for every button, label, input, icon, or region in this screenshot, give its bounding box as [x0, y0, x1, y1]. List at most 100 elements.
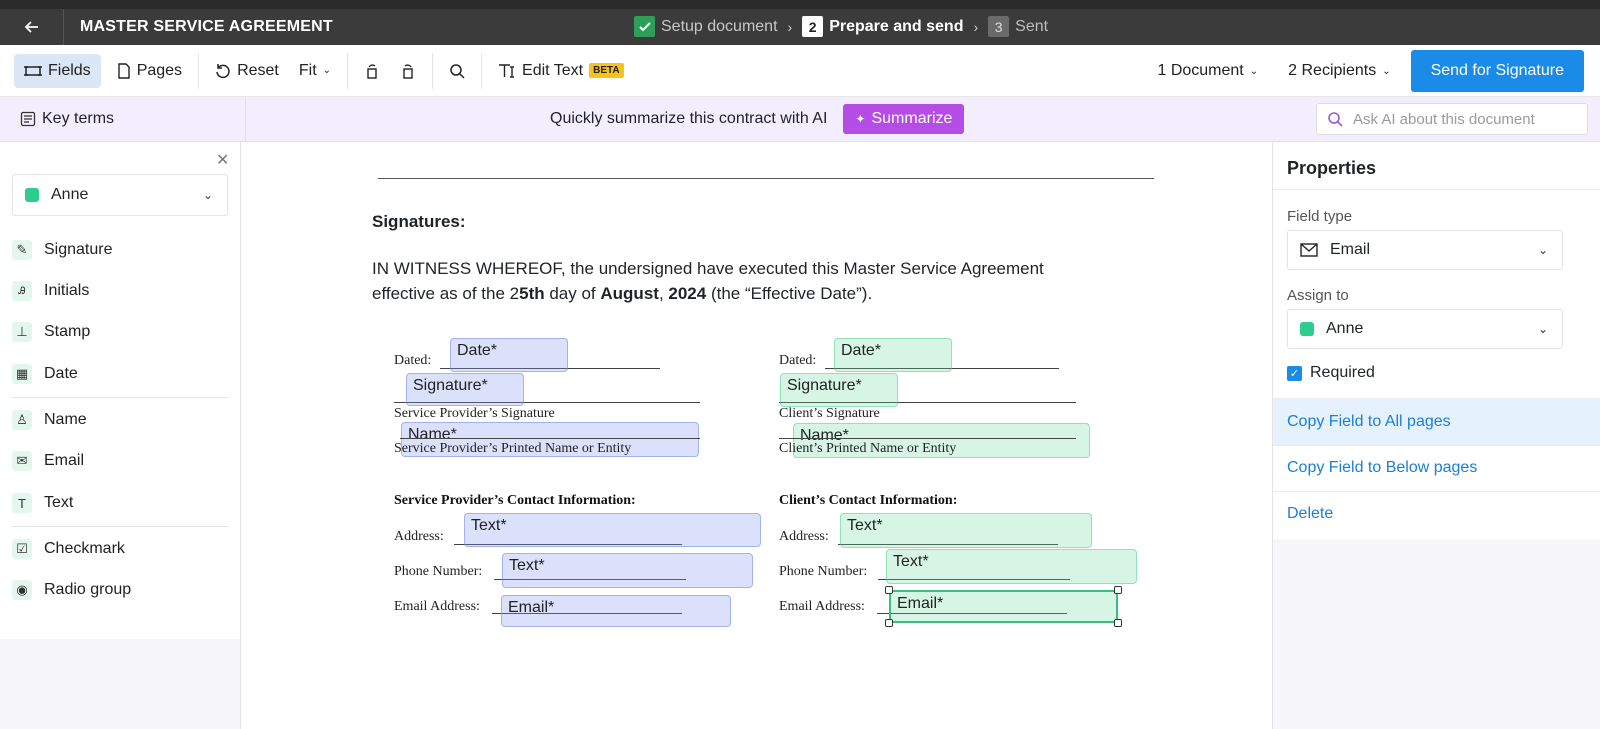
step-label: Prepare and send	[829, 17, 964, 35]
person-icon: ♙	[12, 410, 32, 430]
divider	[12, 526, 228, 527]
summarize-label: Summarize	[871, 110, 953, 127]
provider-address-field[interactable]: Text*	[464, 513, 761, 547]
calendar-icon: ▦	[12, 364, 32, 384]
field-name[interactable]: ♙ Name	[12, 410, 87, 430]
recipients-label: 2 Recipients	[1288, 62, 1377, 79]
ai-summary-prompt: Quickly summarize this contract with AI …	[550, 104, 965, 134]
fit-dropdown[interactable]: Fit ⌄	[289, 54, 341, 88]
delete-link[interactable]: Delete	[1273, 491, 1600, 537]
rotate-left-icon	[367, 63, 377, 79]
provider-dated-label: Dated:	[394, 353, 432, 368]
edit-text-button[interactable]: Edit Text BETA	[488, 54, 634, 88]
sparkle-icon: ✦	[855, 112, 866, 126]
witness-text: IN WITNESS WHEREOF, the undersigned have…	[372, 259, 1044, 278]
reset-label: Reset	[237, 61, 279, 79]
field-label: Name	[44, 411, 87, 428]
checkbox-icon: ☑	[12, 539, 32, 559]
client-signature-field[interactable]: Signature*	[780, 373, 898, 407]
close-icon[interactable]: ✕	[216, 150, 229, 170]
step-prepare-and-send[interactable]: 2 Prepare and send	[802, 16, 963, 37]
horizontal-rule	[378, 178, 1154, 179]
witness-month: August	[600, 284, 659, 303]
check-icon	[634, 16, 655, 37]
list-icon	[20, 111, 36, 127]
field-date[interactable]: ▦ Date	[12, 364, 78, 384]
witness-text: ,	[658, 284, 669, 303]
client-email-field-selected[interactable]: Email*	[889, 590, 1118, 623]
client-email-label: Email Address:	[779, 599, 865, 614]
fields-button[interactable]: Fields	[14, 53, 101, 88]
field-checkmark[interactable]: ☑ Checkmark	[12, 539, 125, 559]
reset-button[interactable]: Reset	[205, 54, 289, 88]
provider-date-field[interactable]: Date*	[450, 338, 568, 372]
toolbar-divider	[432, 52, 434, 89]
field-label: Stamp	[44, 323, 91, 340]
reset-icon	[216, 63, 230, 78]
field-label: Initials	[44, 282, 90, 299]
key-terms-label: Key terms	[42, 110, 115, 127]
field-stamp[interactable]: ⊥ Stamp	[12, 322, 90, 342]
summarize-button[interactable]: ✦ Summarize	[843, 104, 965, 134]
client-address-field[interactable]: Text*	[840, 513, 1092, 548]
resize-handle[interactable]	[1114, 586, 1122, 594]
field-signature[interactable]: ✎ Signature	[12, 240, 113, 260]
pages-button[interactable]: Pages	[107, 54, 192, 88]
toolbar-right: 1 Document ⌄ 2 Recipients ⌄ Send for Sig…	[1147, 50, 1584, 92]
key-terms-button[interactable]: Key terms	[0, 97, 246, 141]
documents-dropdown[interactable]: 1 Document ⌄	[1147, 54, 1268, 88]
pages-label: Pages	[136, 61, 183, 79]
document-title: MASTER SERVICE AGREEMENT	[80, 18, 333, 35]
resize-handle[interactable]	[885, 619, 893, 627]
resize-handle[interactable]	[1114, 619, 1122, 627]
page-icon	[117, 62, 130, 79]
provider-email-label: Email Address:	[394, 599, 480, 614]
recipients-dropdown[interactable]: 2 Recipients ⌄	[1278, 54, 1400, 88]
required-checkbox[interactable]: ✓ Required	[1287, 364, 1375, 382]
client-address-label: Address:	[779, 529, 829, 544]
step-sent[interactable]: 3 Sent	[988, 16, 1048, 37]
field-type-select[interactable]: Email ⌄	[1287, 230, 1563, 270]
witness-year: 2024	[668, 284, 707, 303]
ask-ai-input[interactable]: Ask AI about this document	[1316, 103, 1588, 135]
field-text[interactable]: T Text	[12, 493, 73, 513]
properties-content: Properties Field type Email ⌄ Assign to …	[1273, 142, 1600, 539]
assign-to-select[interactable]: Anne ⌄	[1287, 309, 1563, 349]
client-date-field[interactable]: Date*	[834, 338, 952, 372]
copy-to-below-pages-link[interactable]: Copy Field to Below pages	[1273, 445, 1600, 491]
field-initials[interactable]: Ꭿ Initials	[12, 281, 89, 301]
client-phone-field[interactable]: Text*	[886, 549, 1137, 584]
copy-to-all-pages-link[interactable]: Copy Field to All pages	[1273, 399, 1600, 445]
recipient-color-swatch	[1300, 322, 1314, 336]
top-bar: MASTER SERVICE AGREEMENT Setup document …	[0, 0, 1600, 45]
stamp-icon: ⊥	[12, 322, 32, 342]
pen-icon: ✎	[12, 240, 32, 260]
ai-prompt-text: Quickly summarize this contract with AI	[550, 110, 828, 127]
fields-icon	[24, 65, 42, 76]
provider-email-field[interactable]: Email*	[501, 595, 731, 627]
rotate-left-button[interactable]	[354, 54, 390, 88]
field-label: Radio group	[44, 581, 132, 598]
field-label: Email	[44, 452, 85, 469]
step-label: Sent	[1015, 17, 1049, 35]
provider-phone-label: Phone Number:	[394, 564, 483, 579]
provider-phone-field[interactable]: Text*	[502, 553, 753, 588]
beta-badge: BETA	[589, 63, 624, 78]
search-button[interactable]	[439, 54, 475, 88]
field-email[interactable]: ✉ Email	[12, 451, 84, 471]
witness-text: effective as of the 2	[372, 284, 520, 303]
assign-to-label: Assign to	[1287, 287, 1349, 304]
field-label: Checkmark	[44, 540, 125, 557]
resize-handle[interactable]	[885, 586, 893, 594]
provider-signature-field[interactable]: Signature*	[406, 373, 524, 406]
step-setup-document[interactable]: Setup document	[634, 16, 778, 37]
send-for-signature-button[interactable]: Send for Signature	[1410, 50, 1584, 92]
rotate-right-button[interactable]	[390, 54, 426, 88]
assignee-name: Anne	[1326, 320, 1364, 337]
field-radio-group[interactable]: ◉ Radio group	[12, 580, 131, 600]
back-button[interactable]	[0, 9, 64, 45]
recipient-selector[interactable]: Anne ⌄	[12, 174, 228, 216]
witness-text: (the “Effective Date”).	[706, 284, 873, 303]
search-icon	[1328, 112, 1343, 127]
divider	[12, 397, 228, 398]
